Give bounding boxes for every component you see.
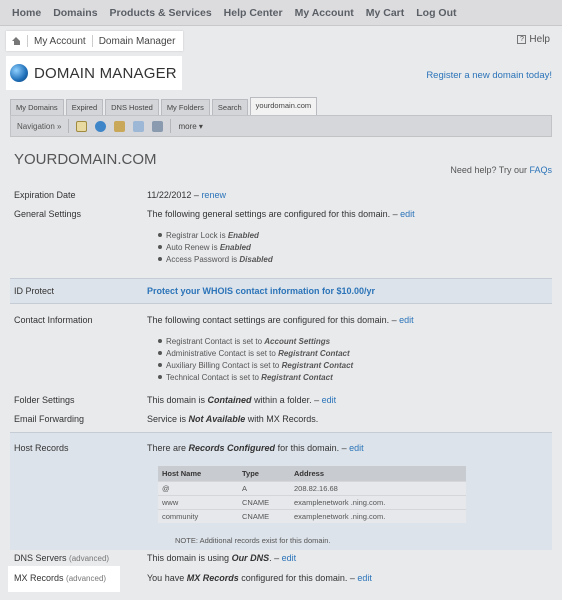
table-row: @ A 208.82.16.68 <box>158 481 466 496</box>
breadcrumb-divider <box>91 35 93 47</box>
toolbar: Navigation » more ▾ <box>10 115 552 137</box>
nav-domains[interactable]: Domains <box>53 7 97 19</box>
breadcrumb-domain-manager: Domain Manager <box>98 35 176 47</box>
table-row: community CNAME examplenetwork .ning.com. <box>158 509 466 523</box>
general-settings-text: The following general settings are confi… <box>147 209 398 219</box>
help-link[interactable]: ? Help <box>517 34 550 45</box>
host-records-edit[interactable]: edit <box>349 443 364 453</box>
mx-value: You have MX Records configured for this … <box>147 573 372 583</box>
domain-tabs: My Domains Expired DNS Hosted My Folders… <box>10 96 562 115</box>
page-title: DOMAIN MANAGER <box>34 64 177 82</box>
expiration-separator: – <box>193 190 199 200</box>
tab-expired[interactable]: Expired <box>65 99 104 115</box>
nav-home[interactable]: Home <box>12 7 41 19</box>
general-settings-value: The following general settings are confi… <box>147 209 415 219</box>
faq-prefix: Need help? Try our <box>450 165 527 175</box>
register-domain-link[interactable]: Register a new domain today! <box>426 70 552 81</box>
host-records-label: Host Records <box>14 443 69 453</box>
home-icon[interactable] <box>12 36 21 46</box>
id-protect-label: ID Protect <box>14 286 55 296</box>
dns-label: DNS Servers (advanced) <box>14 553 110 563</box>
expiration-label: Expiration Date <box>14 190 76 200</box>
email-label: Email Forwarding <box>14 414 85 424</box>
nav-products-services[interactable]: Products & Services <box>110 7 212 19</box>
general-settings-list: Registrar Lock is Enabled Auto Renew is … <box>158 229 273 265</box>
email-value: Service is Not Available with MX Records… <box>147 414 319 424</box>
list-item: Auxiliary Billing Contact is set to Regi… <box>158 359 353 371</box>
toolbar-divider <box>68 119 70 133</box>
globe-icon <box>10 64 28 82</box>
folder-icon[interactable] <box>114 120 126 132</box>
nav-log-out[interactable]: Log Out <box>416 7 456 19</box>
nav-my-account[interactable]: My Account <box>295 7 354 19</box>
mx-label: MX Records (advanced) <box>14 573 107 583</box>
help-icon: ? <box>517 35 527 44</box>
host-records-table: Host Name Type Address @ A 208.82.16.68 ww… <box>158 466 466 523</box>
mx-edit[interactable]: edit <box>357 573 372 583</box>
breadcrumb-divider <box>27 35 28 47</box>
folder-edit[interactable]: edit <box>322 395 337 405</box>
list-item: Registrar Lock is Enabled <box>158 229 273 241</box>
toolbar-divider <box>170 119 172 133</box>
more-menu[interactable]: more ▾ <box>178 122 202 131</box>
title-box: DOMAIN MANAGER <box>6 56 182 90</box>
help-label: Help <box>529 34 550 45</box>
tab-my-domains[interactable]: My Domains <box>10 99 64 115</box>
general-settings-edit[interactable]: edit <box>400 209 415 219</box>
contact-list: Registrant Contact is set to Account Set… <box>158 335 353 383</box>
contact-text: The following contact settings are confi… <box>147 315 397 325</box>
id-protect-link[interactable]: Protect your WHOIS contact information f… <box>147 286 375 296</box>
nav-my-cart[interactable]: My Cart <box>366 7 405 19</box>
contact-edit[interactable]: edit <box>399 315 414 325</box>
folder-value: This domain is Contained within a folder… <box>147 395 337 405</box>
nav-help-center[interactable]: Help Center <box>224 7 283 19</box>
clipboard-icon[interactable] <box>76 120 88 132</box>
folder-label: Folder Settings <box>14 395 75 405</box>
globe-icon[interactable] <box>95 120 107 132</box>
contact-card-icon[interactable] <box>133 120 145 132</box>
tab-dns-hosted[interactable]: DNS Hosted <box>105 99 159 115</box>
list-item: Administrative Contact is set to Registr… <box>158 347 353 359</box>
expiration-value: 11/22/2012 – renew <box>147 190 226 200</box>
contact-label: Contact Information <box>14 315 93 325</box>
expiration-date: 11/22/2012 <box>147 190 192 200</box>
breadcrumb-my-account[interactable]: My Account <box>34 36 86 47</box>
contact-value: The following contact settings are confi… <box>147 315 414 325</box>
tab-search[interactable]: Search <box>211 99 248 115</box>
breadcrumb-bar: My Account Domain Manager ? Help <box>0 30 562 52</box>
renew-link[interactable]: renew <box>201 190 226 200</box>
tab-my-folders[interactable]: My Folders <box>160 99 210 115</box>
list-item: Registrant Contact is set to Account Set… <box>158 335 353 347</box>
dns-edit[interactable]: edit <box>282 553 297 563</box>
server-icon[interactable] <box>152 120 164 132</box>
host-records-note: NOTE: Additional records exist for this … <box>175 536 331 545</box>
general-settings-label: General Settings <box>14 209 82 219</box>
list-item: Access Password is Disabled <box>158 253 273 265</box>
table-row: www CNAME examplenetwork .ning.com. <box>158 495 466 510</box>
tab-yourdomain[interactable]: yourdomain.com <box>249 97 318 115</box>
navigation-menu[interactable]: Navigation » <box>17 122 61 131</box>
breadcrumb: My Account Domain Manager <box>6 31 184 51</box>
title-bar: DOMAIN MANAGER Register a new domain tod… <box>0 56 562 96</box>
table-header: Host Name Type Address <box>158 466 466 482</box>
list-item: Technical Contact is set to Registrant C… <box>158 371 353 383</box>
faq-help-line: Need help? Try our FAQs <box>450 165 552 175</box>
host-records-value: There are Records Configured for this do… <box>147 443 364 453</box>
faq-link[interactable]: FAQs <box>529 165 552 175</box>
list-item: Auto Renew is Enabled <box>158 241 273 253</box>
top-navigation: Home Domains Products & Services Help Ce… <box>0 0 562 26</box>
dns-value: This domain is using Our DNS. – edit <box>147 553 297 563</box>
